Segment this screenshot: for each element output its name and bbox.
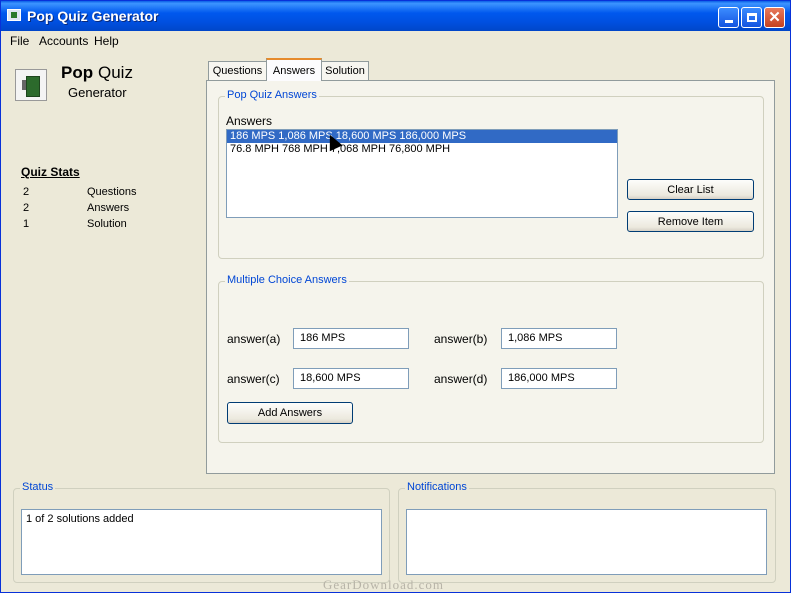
answers-listbox[interactable]: 186 MPS 1,086 MPS 18,600 MPS 186,000 MPS… — [226, 129, 618, 218]
stat-solution-label: Solution — [87, 218, 127, 230]
multiple-choice-answers-legend: Multiple Choice Answers — [225, 274, 349, 286]
stat-questions-count: 2 — [23, 186, 30, 198]
title-bar[interactable]: Pop Quiz Generator ✕ — [1, 1, 790, 31]
list-item[interactable]: 76.8 MPH 768 MPH 7,068 MPH 76,800 MPH — [227, 143, 617, 156]
quiz-stats-title: Quiz Stats — [21, 165, 80, 179]
app-window-icon — [7, 9, 21, 21]
tab-answers[interactable]: Answers — [266, 58, 322, 81]
close-button[interactable]: ✕ — [764, 7, 785, 28]
notifications-legend: Notifications — [405, 481, 469, 493]
answer-a-label: answer(a) — [227, 332, 281, 346]
notifications-textarea[interactable] — [406, 509, 767, 575]
list-item[interactable]: 186 MPS 1,086 MPS 18,600 MPS 186,000 MPS — [227, 130, 617, 143]
minimize-button[interactable] — [718, 7, 739, 28]
minimize-icon — [724, 20, 733, 23]
app-window: Pop Quiz Generator ✕ File Accounts Help … — [0, 0, 791, 593]
app-name-bold: Pop — [61, 63, 94, 82]
pop-quiz-answers-legend: Pop Quiz Answers — [225, 89, 319, 101]
status-legend: Status — [20, 481, 56, 493]
app-name-regular: Quiz — [98, 63, 133, 82]
maximize-button[interactable] — [741, 7, 762, 28]
status-textarea[interactable]: 1 of 2 solutions added — [21, 509, 382, 575]
maximize-icon — [746, 13, 757, 22]
clear-list-button[interactable]: Clear List — [627, 179, 754, 200]
menu-accounts[interactable]: Accounts — [39, 34, 88, 48]
watermark-text: GearDownload.com — [323, 577, 445, 592]
stat-answers-label: Answers — [87, 202, 130, 214]
tab-solution[interactable]: Solution — [321, 61, 369, 80]
menu-file[interactable]: File — [10, 34, 29, 48]
menu-bar: File Accounts Help — [1, 31, 790, 50]
window-title: Pop Quiz Generator — [27, 8, 159, 24]
app-subtitle: Generator — [68, 85, 127, 100]
stat-solution-count: 1 — [23, 218, 30, 230]
answer-c-label: answer(c) — [227, 372, 280, 386]
stat-answers-count: 2 — [23, 202, 30, 214]
remove-item-button[interactable]: Remove Item — [627, 211, 754, 232]
menu-help[interactable]: Help — [94, 34, 119, 48]
close-icon: ✕ — [768, 9, 781, 26]
answer-c-input[interactable]: 18,600 MPS — [293, 368, 409, 389]
tab-questions[interactable]: Questions — [208, 61, 267, 80]
add-answers-button[interactable]: Add Answers — [227, 402, 353, 424]
answer-b-label: answer(b) — [434, 332, 488, 346]
stat-questions-label: Questions — [87, 186, 137, 198]
answers-list-label: Answers — [226, 114, 273, 128]
answer-d-input[interactable]: 186,000 MPS — [501, 368, 617, 389]
answer-d-label: answer(d) — [434, 372, 488, 386]
answer-a-input[interactable]: 186 MPS — [293, 328, 409, 349]
answer-b-input[interactable]: 1,086 MPS — [501, 328, 617, 349]
app-logo-icon — [15, 69, 47, 101]
